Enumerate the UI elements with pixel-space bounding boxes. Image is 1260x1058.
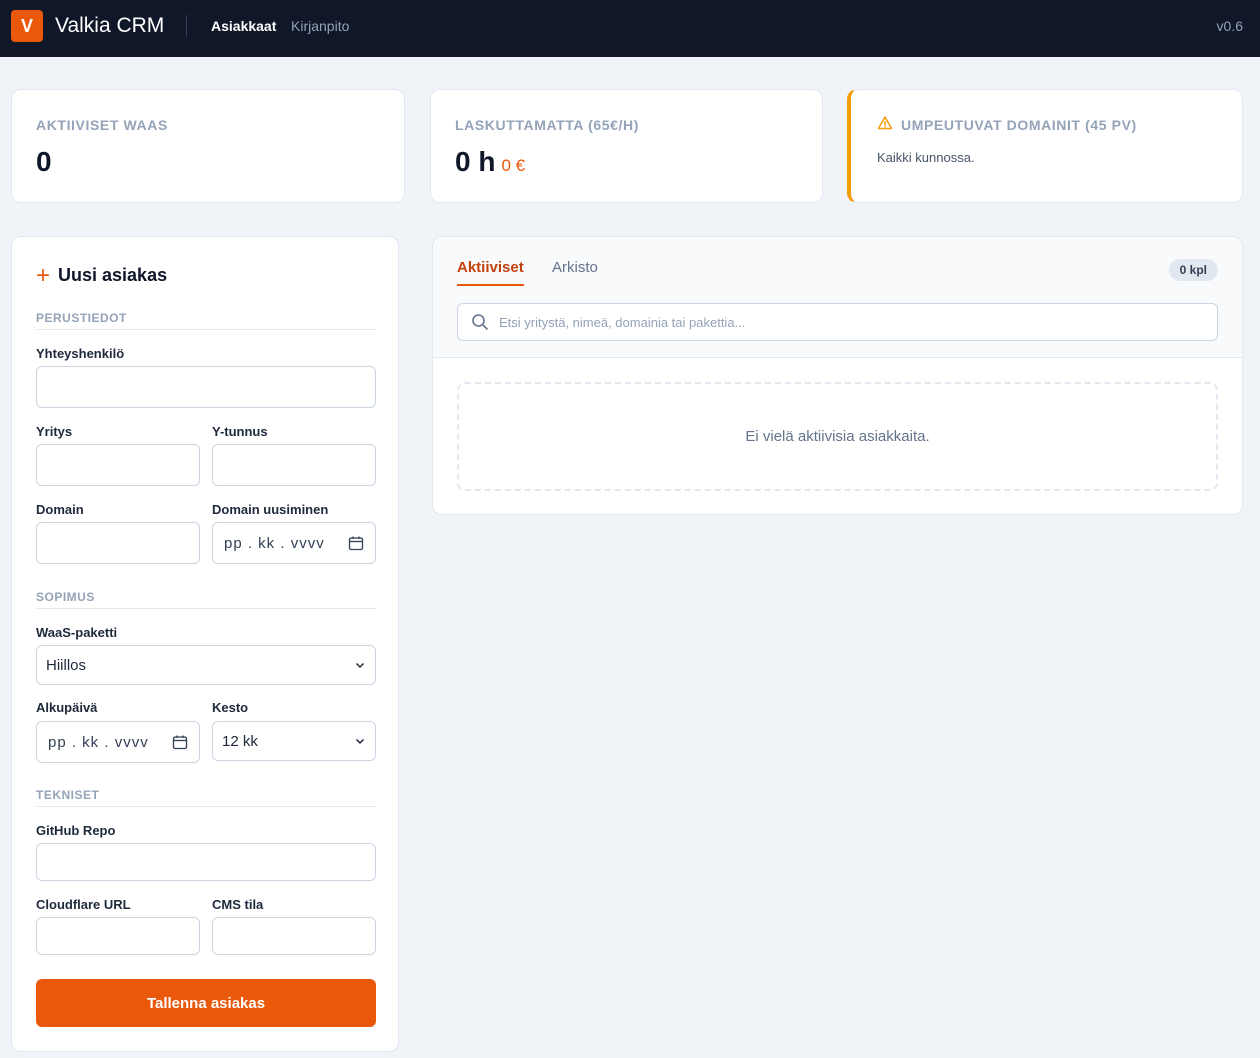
plus-icon: +	[36, 261, 51, 289]
top-navbar: V Valkia CRM Asiakkaat Kirjanpito v0.6	[0, 0, 1260, 57]
duration-selected-value: 12 kk	[222, 732, 258, 750]
nav-item-asiakkaat[interactable]: Asiakkaat	[211, 18, 276, 34]
section-divider	[36, 806, 376, 807]
nav-item-kirjanpito[interactable]: Kirjanpito	[291, 18, 349, 34]
form-title-text: Uusi asiakas	[58, 265, 168, 285]
list-header: Aktiiviset Arkisto 0 kpl	[433, 237, 1242, 358]
empty-state-text: Ei vielä aktiivisia asiakkaita.	[745, 428, 930, 445]
search-input[interactable]	[499, 314, 1199, 330]
business-id-field[interactable]	[212, 444, 376, 486]
stat-label: AKTIIVISET WAAS	[36, 117, 168, 133]
stat-card-active-waas: AKTIIVISET WAAS 0	[11, 89, 405, 203]
domain-field[interactable]	[36, 522, 200, 564]
expiring-status-text: Kaikki kunnossa.	[877, 150, 975, 165]
search-icon	[472, 314, 488, 330]
duration-select[interactable]: 12 kk	[212, 721, 376, 761]
new-customer-form: + Uusi asiakas PERUSTIEDOT Yhteyshenkilö…	[11, 236, 399, 1052]
contact-label: Yhteyshenkilö	[36, 346, 125, 361]
stat-value: 0 h 0 €	[455, 146, 525, 178]
github-label: GitHub Repo	[36, 823, 116, 838]
company-label: Yritys	[36, 424, 73, 439]
version-label: v0.6	[1216, 18, 1243, 34]
count-badge: 0 kpl	[1168, 259, 1218, 281]
section-label-basic: PERUSTIEDOT	[36, 311, 127, 325]
search-box[interactable]	[457, 303, 1218, 341]
contact-field[interactable]	[36, 366, 376, 408]
start-date-label: Alkupäivä	[36, 700, 98, 715]
form-title: + Uusi asiakas	[36, 261, 168, 289]
warning-icon	[877, 116, 893, 130]
cloudflare-label: Cloudflare URL	[36, 897, 131, 912]
save-customer-button[interactable]: Tallenna asiakas	[36, 979, 376, 1027]
chevron-down-icon	[355, 662, 365, 669]
section-label-technical: TEKNISET	[36, 788, 100, 802]
calendar-icon[interactable]	[348, 535, 364, 551]
business-id-label: Y-tunnus	[212, 424, 268, 439]
domain-renewal-label: Domain uusiminen	[212, 502, 329, 517]
section-label-contract: SOPIMUS	[36, 590, 95, 604]
date-placeholder: pp . kk . vvvv	[48, 733, 149, 751]
stat-label: UMPEUTUVAT DOMAINIT (45 PV)	[901, 117, 1137, 133]
cms-label: CMS tila	[212, 897, 264, 912]
empty-state: Ei vielä aktiivisia asiakkaita.	[457, 382, 1218, 491]
tab-active-customers[interactable]: Aktiiviset	[457, 259, 524, 286]
stat-value: 0	[36, 146, 52, 177]
cms-status-field[interactable]	[212, 917, 376, 955]
app-title: Valkia CRM	[55, 14, 165, 37]
app-logo[interactable]: V	[11, 10, 43, 42]
nav-divider	[186, 15, 187, 37]
stat-label: LASKUTTAMATTA (65€/H)	[455, 117, 639, 133]
chevron-down-icon	[355, 738, 365, 745]
calendar-icon[interactable]	[172, 734, 188, 750]
duration-label: Kesto	[212, 700, 249, 715]
github-repo-field[interactable]	[36, 843, 376, 881]
domain-renewal-date-field[interactable]: pp . kk . vvvv	[212, 522, 376, 564]
date-placeholder: pp . kk . vvvv	[224, 534, 325, 552]
stat-card-unbilled: LASKUTTAMATTA (65€/H) 0 h 0 €	[430, 89, 823, 203]
section-divider	[36, 608, 376, 609]
stat-card-expiring-domains: UMPEUTUVAT DOMAINIT (45 PV) Kaikki kunno…	[847, 89, 1243, 203]
package-label: WaaS-paketti	[36, 625, 118, 640]
customer-list-panel: Aktiiviset Arkisto 0 kpl Ei vielä aktiiv…	[432, 236, 1243, 515]
unbilled-amount: 0 €	[501, 156, 526, 175]
domain-label: Domain	[36, 502, 84, 517]
unbilled-hours: 0 h	[455, 146, 496, 177]
package-selected-value: Hiillos	[46, 656, 87, 674]
start-date-field[interactable]: pp . kk . vvvv	[36, 721, 200, 763]
package-select[interactable]: Hiillos	[36, 645, 376, 685]
cloudflare-url-field[interactable]	[36, 917, 200, 955]
company-field[interactable]	[36, 444, 200, 486]
tab-archive[interactable]: Arkisto	[552, 259, 598, 276]
section-divider	[36, 329, 376, 330]
